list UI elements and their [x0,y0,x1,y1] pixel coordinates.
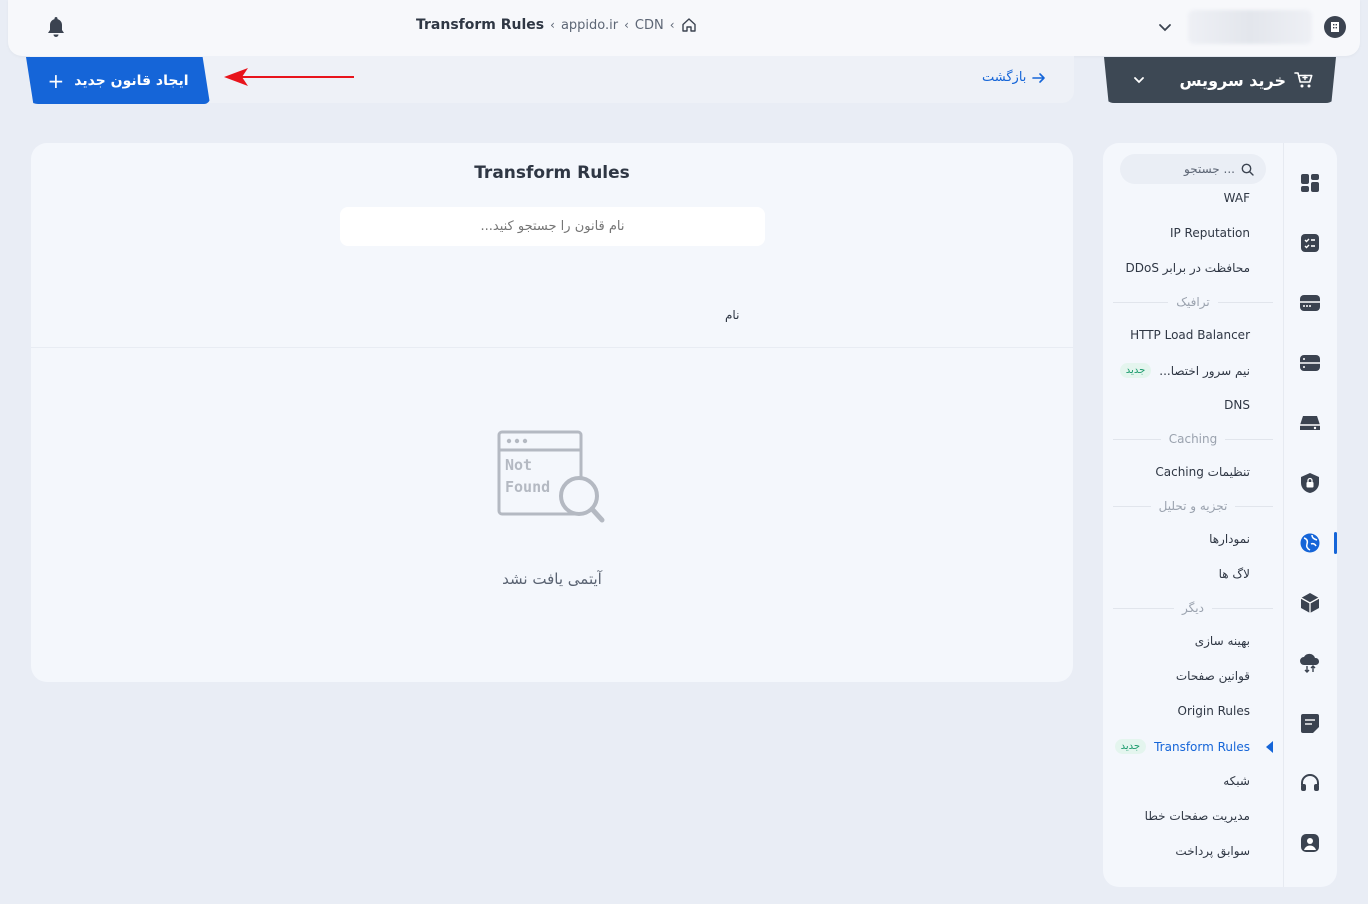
sidebar-search-placeholder: جستجو ... [1184,162,1235,176]
bell-icon[interactable] [46,16,66,38]
sidebar-item-error-pages[interactable]: مدیریت صفحات خطا [1145,809,1250,823]
chevron-left-icon: ‹ [669,18,675,32]
cloud-transfer-icon[interactable] [1299,652,1321,674]
search-icon [1241,163,1254,176]
cdn-globe-icon[interactable] [1299,532,1321,554]
breadcrumb-current: Transform Rules [416,17,545,33]
sidebar-item-caching-settings[interactable]: تنظیمات Caching [1155,465,1250,479]
home-icon[interactable] [681,17,697,33]
sidebar-item-charts[interactable]: نمودارها [1209,532,1250,546]
sidebar-item-dns[interactable]: DNS [1224,398,1250,412]
sidebar-item-optimization[interactable]: بهینه سازی [1195,634,1250,648]
page-title: Transform Rules [474,163,630,183]
new-badge: جدید [1114,739,1147,754]
dashboard-icon[interactable] [1299,172,1321,194]
back-button[interactable]: بازگشت [982,70,1046,85]
not-found-text-1: Not [505,456,532,474]
plus-icon: + [47,68,65,93]
chevron-left-icon: ‹ [550,18,555,32]
breadcrumb-domain[interactable]: appido.ir [561,18,618,33]
sidebar-search-input[interactable]: جستجو ... [1120,154,1266,184]
section-caching: Caching [1113,432,1273,446]
table-header: نام [31,293,1073,348]
top-bar: Transform Rules ‹ appido.ir ‹ CDN ‹ [8,0,1360,56]
active-indicator-icon [1266,741,1273,753]
sidebar-divider [1283,143,1284,887]
create-rule-button[interactable]: ایجاد قانون جدید + [26,57,210,104]
buy-service-label: خرید سرویس [1179,70,1286,90]
breadcrumb-section[interactable]: CDN [635,18,664,33]
section-caching-label: Caching [1168,432,1218,446]
back-label: بازگشت [982,70,1027,85]
sidebar-item-ddos[interactable]: محافظت در برابر DDoS [1126,261,1250,275]
user-info-blurred[interactable] [1188,10,1312,44]
sidebar-item-logs[interactable]: لاگ ها [1219,567,1250,581]
section-analytics: تجزیه و تحلیل [1113,499,1273,513]
empty-state-text: آیتمی یافت نشد [502,570,602,588]
arrow-right-icon [1032,72,1046,83]
cart-icon [1294,72,1313,88]
section-other-label: دیگر [1182,601,1204,615]
sidebar-item-ip-reputation[interactable]: IP Reputation [1170,226,1250,240]
building-icon [1331,22,1339,32]
sidebar-item-page-rules[interactable]: قوانین صفحات [1176,669,1250,683]
sidebar-item-transform-rules[interactable]: Transform Rules جدید [1114,739,1250,754]
database-server-icon[interactable] [1299,352,1321,374]
chevron-down-icon[interactable] [1156,18,1174,36]
not-found-illustration: Not Found [497,430,605,523]
user-profile-icon[interactable] [1299,832,1321,854]
storage-icon[interactable] [1299,412,1321,434]
server-icon[interactable] [1299,292,1321,314]
transform-rules-card: Transform Rules نام Not Found آیتمی یافت… [31,143,1073,682]
section-other: دیگر [1113,601,1273,615]
rail-active-indicator [1334,532,1337,554]
headset-support-icon[interactable] [1299,772,1321,794]
sidebar-item-nameserver[interactable]: نیم سرور اختصا... جدید [1119,363,1250,378]
nameserver-label: نیم سرور اختصا... [1159,363,1250,378]
sidebar-menu: جستجو ... WAF IP Reputation محافظت در بر… [1103,143,1283,887]
cube-icon[interactable] [1299,592,1321,614]
sidebar-item-http-load-balancer[interactable]: HTTP Load Balancer [1130,328,1250,342]
column-name-header: نام [725,308,740,322]
rule-search-input[interactable] [340,207,765,246]
document-icon[interactable] [1299,712,1321,734]
chevron-left-icon: ‹ [624,18,629,32]
section-traffic: ترافیک [1113,295,1273,309]
annotation-arrow-icon [224,68,354,86]
create-rule-label: ایجاد قانون جدید [74,72,189,89]
sidebar-item-payment-history[interactable]: سوابق پرداخت [1175,844,1250,858]
chevron-down-icon [1134,77,1144,84]
breadcrumb: Transform Rules ‹ appido.ir ‹ CDN ‹ [416,17,697,33]
sidebar-item-waf[interactable]: WAF [1224,191,1250,205]
new-badge: جدید [1119,363,1152,378]
checklist-icon[interactable] [1299,232,1321,254]
section-traffic-label: ترافیک [1176,295,1210,309]
sidebar-item-network[interactable]: شبکه [1223,774,1250,788]
not-found-text-2: Found [505,478,550,496]
avatar[interactable] [1324,16,1346,38]
lock-shield-icon[interactable] [1299,472,1321,494]
sidebar-item-origin-rules[interactable]: Origin Rules [1178,704,1250,718]
transform-rules-label: Transform Rules [1154,739,1250,754]
buy-service-button[interactable]: خرید سرویس [1104,57,1336,103]
section-analytics-label: تجزیه و تحلیل [1158,499,1228,513]
